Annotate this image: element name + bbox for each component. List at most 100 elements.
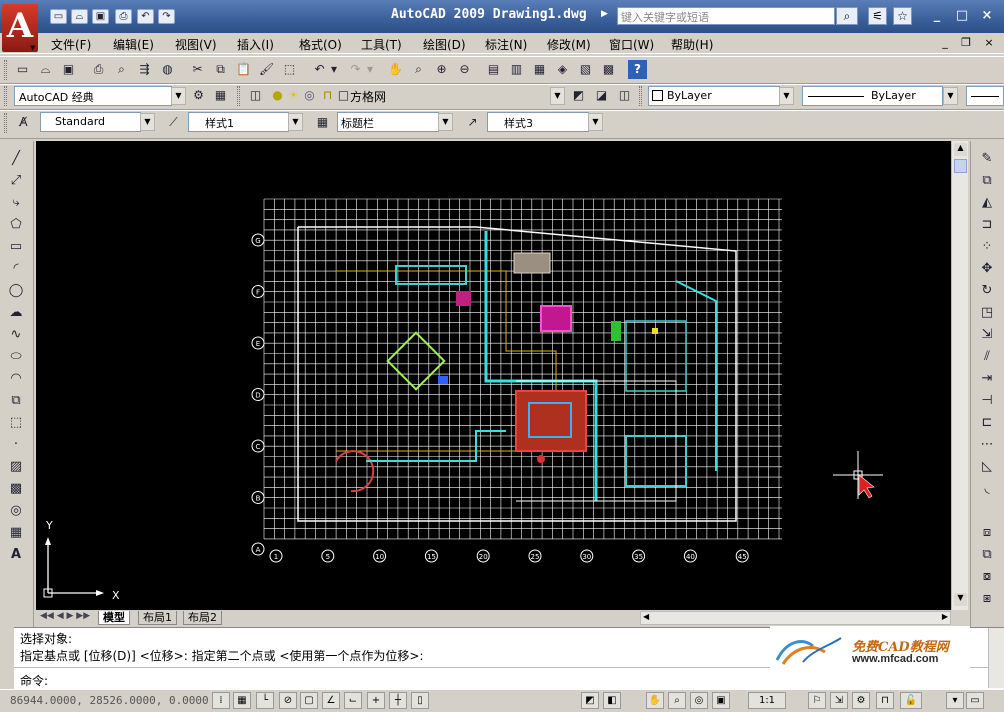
layer-states-icon[interactable]: ◫ [615, 86, 634, 105]
erase-icon[interactable]: ✎ [977, 149, 997, 169]
rotate-icon[interactable]: ↻ [977, 281, 997, 301]
markup-icon[interactable]: ▧ [576, 60, 595, 79]
break-icon[interactable]: ⊏ [977, 413, 997, 433]
menu-edit[interactable]: 编辑(E) [113, 36, 154, 53]
multileader-style-icon[interactable]: ↗ [463, 113, 482, 132]
bring-to-front-icon[interactable]: ⧉ [977, 545, 997, 565]
dimension-style-icon[interactable]: ⟋ [164, 113, 183, 132]
maximize-button[interactable]: □ [951, 7, 973, 25]
bring-above-icon[interactable]: ⧆ [977, 589, 997, 609]
toolbar-grip[interactable] [4, 86, 7, 106]
break-at-point-icon[interactable]: ⊣ [977, 391, 997, 411]
toolbar-grip[interactable] [4, 113, 7, 133]
multiline-text-icon[interactable]: A [6, 545, 26, 565]
save-icon[interactable]: ▣ [92, 9, 109, 24]
polar-tracking-icon[interactable]: ⊘ [279, 692, 297, 709]
copy-icon[interactable]: ⧉ [211, 60, 230, 79]
model-space-icon[interactable]: ◩ [581, 692, 599, 709]
draw-order-icon[interactable]: ⧈ [977, 523, 997, 543]
toolbar-grip[interactable] [237, 86, 240, 106]
text-style-select[interactable]: Standard [40, 112, 141, 132]
mirror-icon[interactable]: ◭ [977, 193, 997, 213]
doc-close-button[interactable]: × [981, 36, 997, 50]
table-style-icon[interactable]: ▦ [313, 113, 332, 132]
toolbar-grip[interactable] [4, 60, 7, 80]
toolbar-grip[interactable] [639, 86, 642, 106]
plot-preview-icon[interactable]: ⌕ [112, 60, 131, 79]
close-button[interactable]: × [976, 7, 998, 25]
send-to-back-icon[interactable]: ⧇ [977, 567, 997, 587]
text-style-icon[interactable]: A̸ [14, 113, 33, 132]
menu-dimension[interactable]: 标注(N) [485, 36, 527, 53]
table-style-select[interactable]: 标题栏 [337, 112, 439, 132]
offset-icon[interactable]: ⊐ [977, 215, 997, 235]
layer-viewport-icon[interactable]: ◎ [300, 86, 319, 105]
dimension-style-select[interactable]: 样式1 [188, 112, 289, 132]
dynamic-input-icon[interactable]: + [367, 692, 385, 709]
publish-icon[interactable]: ⇶ [135, 60, 154, 79]
open-icon[interactable]: ⌓ [36, 60, 55, 79]
lineweight-select[interactable] [966, 86, 1004, 106]
multileader-style-select[interactable]: 样式3 [487, 112, 589, 132]
move-icon[interactable]: ✥ [977, 259, 997, 279]
menu-window[interactable]: 窗口(W) [609, 36, 654, 53]
annotation-visibility-icon[interactable]: ⚐ [808, 692, 826, 709]
scale-icon[interactable]: ◳ [977, 303, 997, 323]
rectangle-icon[interactable]: ▭ [6, 237, 26, 257]
make-current-layer-icon[interactable]: ◩ [569, 86, 588, 105]
spline-icon[interactable]: ∿ [6, 325, 26, 345]
dynamic-ucs-icon[interactable]: ⌙ [344, 692, 362, 709]
menu-view[interactable]: 视图(V) [175, 36, 217, 53]
gradient-icon[interactable]: ▩ [6, 479, 26, 499]
horizontal-scrollbar[interactable]: ◀ ▶ [640, 611, 951, 625]
help-search-input[interactable]: 键入关键字或短语 [617, 7, 835, 25]
drawing-area[interactable]: GFEDCBA 1 5 10 15 20 25 30 35 40 45 Y X [36, 141, 951, 610]
command-scrollbar[interactable] [988, 628, 1004, 688]
chevron-down-icon[interactable]: ▼ [140, 113, 155, 131]
plot-icon[interactable]: ⎙ [89, 60, 108, 79]
ortho-mode-icon[interactable]: └ [256, 692, 274, 709]
object-snap-icon[interactable]: ▢ [300, 692, 318, 709]
chevron-down-icon[interactable]: ▼ [288, 113, 303, 131]
properties-icon[interactable]: ▤ [484, 60, 503, 79]
menu-insert[interactable]: 插入(I) [237, 36, 274, 53]
lock-ui-icon[interactable]: ⊓ [876, 692, 894, 709]
steering-wheel-icon[interactable]: ◎ [690, 692, 708, 709]
match-properties-icon[interactable]: 🖌 [257, 60, 276, 79]
save-icon[interactable]: ▣ [59, 60, 78, 79]
auto-scale-icon[interactable]: ⇲ [830, 692, 848, 709]
grid-display-icon[interactable]: ▦ [233, 692, 251, 709]
chevron-down-icon[interactable]: ▼ [779, 87, 794, 105]
command-prompt-input[interactable]: 命令: [20, 672, 48, 689]
application-menu-button[interactable]: A ▼ [2, 4, 38, 52]
construction-line-icon[interactable]: ⤢ [6, 171, 26, 191]
line-icon[interactable]: ╱ [6, 149, 26, 169]
workspace-options-icon[interactable]: ▦ [211, 86, 230, 105]
table-icon[interactable]: ▦ [6, 523, 26, 543]
design-center-icon[interactable]: ▥ [507, 60, 526, 79]
tool-palettes-icon[interactable]: ▦ [530, 60, 549, 79]
object-snap-tracking-icon[interactable]: ∠ [322, 692, 340, 709]
scroll-up-icon[interactable]: ▲ [954, 143, 967, 156]
scroll-down-icon[interactable]: ▼ [954, 593, 967, 606]
showmotion-icon[interactable]: ▣ [712, 692, 730, 709]
3d-dwf-icon[interactable]: ◍ [158, 60, 177, 79]
chevron-down-icon[interactable]: ▼ [588, 113, 603, 131]
extend-icon[interactable]: ⇥ [977, 369, 997, 389]
status-menu-icon[interactable]: ▾ [946, 692, 964, 709]
ellipse-arc-icon[interactable]: ◠ [6, 369, 26, 389]
redo-icon[interactable]: ↷ [158, 9, 175, 24]
point-icon[interactable]: · [6, 435, 26, 455]
menu-format[interactable]: 格式(O) [299, 36, 342, 53]
zoom-realtime-icon[interactable]: ⌕ [409, 60, 428, 79]
chevron-down-icon[interactable]: ▼ [550, 87, 565, 105]
hatch-icon[interactable]: ▨ [6, 457, 26, 477]
open-file-icon[interactable]: ⌓ [71, 9, 88, 24]
lineweight-icon[interactable]: ┼ [389, 692, 407, 709]
quick-properties-icon[interactable]: ▯ [411, 692, 429, 709]
polyline-icon[interactable]: ⤷ [6, 193, 26, 213]
join-icon[interactable]: ⋯ [977, 435, 997, 455]
array-icon[interactable]: ⁘ [977, 237, 997, 257]
layout-icon[interactable]: ◧ [603, 692, 621, 709]
copy-object-icon[interactable]: ⧉ [977, 171, 997, 191]
